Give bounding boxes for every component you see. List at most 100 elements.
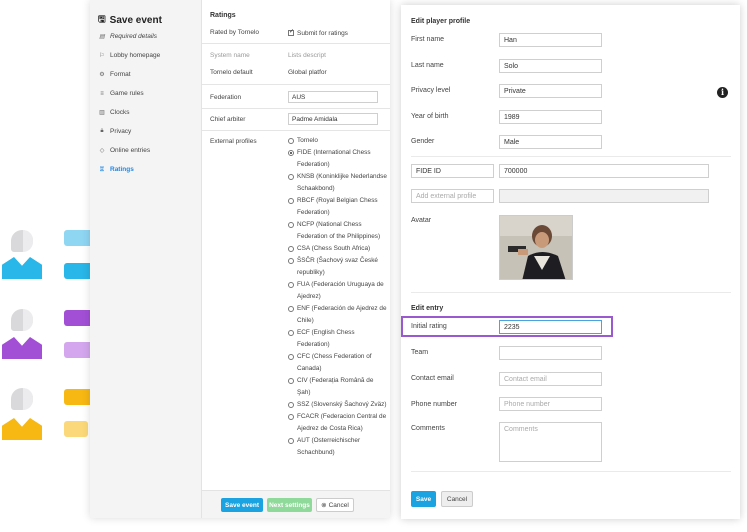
last-name-label: Last name <box>411 62 444 69</box>
add-external-profile-select[interactable]: Add external profile <box>411 189 494 203</box>
sidebar-item-clocks[interactable]: ▥ Clocks <box>98 109 129 116</box>
initial-rating-label: Initial rating <box>411 323 447 330</box>
profile-option[interactable]: RBCF (Royal Belgian Chess Federation) <box>288 195 388 219</box>
team-input[interactable] <box>499 346 602 360</box>
event-settings-window: 🖫 Save event ▤ Required details ⚐ Lobby ho… <box>90 0 390 518</box>
external-profiles-label: External profiles <box>210 138 257 145</box>
divider <box>411 292 731 293</box>
settings-footer: Save event Next settings ⊗ Cancel <box>202 490 390 518</box>
contact-email-input[interactable]: Contact email <box>499 372 602 386</box>
checkbox-icon <box>288 28 294 36</box>
lock-icon: 🔒︎ <box>100 128 104 134</box>
profile-option[interactable]: CIV (Federația Română de Şah) <box>288 375 388 399</box>
profile-option[interactable]: AUT (Osterreichischer Schachbund) <box>288 435 388 459</box>
save-button[interactable]: Save <box>411 491 436 507</box>
edit-player-profile-window: Edit player profile First name Han Last … <box>401 5 740 519</box>
initial-rating-input[interactable]: 2235 <box>499 320 602 334</box>
last-name-input[interactable]: Solo <box>499 59 602 73</box>
edit-entry-heading: Edit entry <box>411 305 444 312</box>
radio-icon <box>288 402 294 408</box>
radio-icon <box>288 138 294 144</box>
profile-option[interactable]: FUA (Federación Uruguaya de Ajedrez) <box>288 279 388 303</box>
privacy-level-select[interactable]: Private <box>499 84 602 98</box>
sidebar-item-privacy[interactable]: 🔒︎ Privacy <box>98 128 131 135</box>
radio-icon <box>288 246 294 252</box>
cancel-profile-button[interactable]: Cancel <box>441 491 473 507</box>
profile-option[interactable]: ENF (Federación de Ajedrez de Chile) <box>288 303 388 327</box>
gender-select[interactable]: Male <box>499 135 602 149</box>
radio-icon <box>288 354 294 360</box>
external-profile-input <box>499 189 709 203</box>
radio-icon <box>288 414 294 420</box>
sidebar-item-format[interactable]: ⚙ Format <box>98 71 130 78</box>
radio-icon <box>288 222 294 228</box>
sidebar-item-online-entries[interactable]: ◇ Online entries <box>98 147 150 154</box>
chief-arbiter-label: Chief arbiter <box>210 116 246 123</box>
profile-option[interactable]: Tornelo <box>288 135 388 147</box>
format-icon: ⚙ <box>99 72 105 78</box>
profile-option[interactable]: NCFP (National Chess Federation of the P… <box>288 219 388 243</box>
comments-textarea[interactable]: Comments <box>499 422 602 462</box>
profile-option[interactable]: SSZ (Slovenský Šachový Zväz) <box>288 399 388 411</box>
lobby-icon: ⚐ <box>99 53 105 59</box>
avatar-image[interactable] <box>499 215 573 280</box>
online-icon: ◇ <box>99 148 105 154</box>
save-event-button[interactable]: Save event <box>221 498 263 512</box>
profile-option[interactable]: ŠSČR (Šachový svaz České republiky) <box>288 255 388 279</box>
info-icon[interactable]: i <box>717 87 728 98</box>
next-settings-button[interactable]: Next settings <box>267 498 312 512</box>
rated-by-label: Rated by Tornelo <box>210 29 260 36</box>
radio-icon <box>288 198 294 204</box>
divider <box>411 156 731 157</box>
placeholder-bar <box>64 421 88 437</box>
user-body-icon <box>2 257 42 279</box>
profile-option[interactable]: KNSB (Koninklijke Nederlandse Schaakbond… <box>288 171 388 195</box>
radio-icon <box>288 330 294 336</box>
ratings-heading: Ratings <box>210 12 236 19</box>
close-circle-icon: ⊗ <box>321 502 327 509</box>
radio-icon <box>288 174 294 180</box>
save-icon: 🖫 <box>98 14 106 24</box>
system-name-value: Tornelo default <box>210 69 253 76</box>
team-label: Team <box>411 349 429 356</box>
system-name-header: System name <box>210 52 250 59</box>
profile-option[interactable]: FCACR (Federacion Central de Ajedrez de … <box>288 411 388 435</box>
profile-option[interactable]: CFC (Chess Federation of Canada) <box>288 351 388 375</box>
user-body-icon <box>2 337 42 359</box>
divider <box>202 108 390 109</box>
list-description-value: Global platfor <box>288 69 327 76</box>
divider <box>411 471 731 472</box>
year-of-birth-input[interactable]: 1989 <box>499 110 602 124</box>
phone-number-input[interactable]: Phone number <box>499 397 602 411</box>
profile-option[interactable]: CSA (Chess South Africa) <box>288 243 388 255</box>
user-head-icon <box>11 230 33 252</box>
profile-option[interactable]: ECF (English Chess Federation) <box>288 327 388 351</box>
privacy-level-label: Privacy level <box>411 87 451 94</box>
user-body-icon <box>2 418 42 440</box>
avatar-photo-icon <box>500 216 572 279</box>
user-head-icon <box>11 388 33 410</box>
game-rules-icon: ≡ <box>100 90 104 97</box>
comments-label: Comments <box>411 425 445 432</box>
fide-id-label-field: FIDE ID <box>411 164 494 178</box>
sidebar-item-ratings[interactable]: ♖ Ratings <box>98 166 134 173</box>
chief-arbiter-input[interactable]: Padme Amidala <box>288 113 378 125</box>
first-name-input[interactable]: Han <box>499 33 602 47</box>
clock-icon: ▥ <box>99 110 105 116</box>
profile-option[interactable]: FIDE (International Chess Federation) <box>288 147 388 171</box>
cancel-button[interactable]: ⊗ Cancel <box>316 498 354 512</box>
federation-label: Federation <box>210 94 242 101</box>
sidebar-item-lobby-homepage[interactable]: ⚐ Lobby homepage <box>98 52 160 59</box>
submit-for-ratings-checkbox[interactable]: Submit for ratings <box>288 28 348 37</box>
first-name-label: First name <box>411 36 445 43</box>
federation-input[interactable]: AUS <box>288 91 378 103</box>
radio-icon <box>288 306 294 312</box>
list-description-header: Lists descript <box>288 52 326 59</box>
user-head-icon <box>11 309 33 331</box>
sidebar-item-required-details[interactable]: ▤ Required details <box>98 33 157 40</box>
sidebar-item-game-rules[interactable]: ≡ Game rules <box>98 90 143 97</box>
year-of-birth-label: Year of birth <box>411 113 449 120</box>
fide-id-input[interactable]: 700000 <box>499 164 709 178</box>
external-profiles-radio-group: Tornelo FIDE (International Chess Federa… <box>288 135 388 459</box>
avatar-label: Avatar <box>411 217 432 224</box>
